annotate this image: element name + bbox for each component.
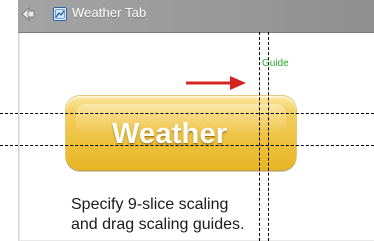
horizontal-guide-top[interactable] [0,113,374,114]
horizontal-guide-bottom[interactable] [0,145,374,146]
caption-line-2: and drag scaling guides. [71,216,245,233]
red-arrow-icon [186,76,246,90]
weather-tab-label: Weather [112,118,228,150]
weather-tab-button[interactable]: Weather [66,96,296,170]
guide-label: Guide [262,58,289,69]
instruction-caption: Specify 9-slice scaling and drag scaling… [71,195,331,235]
title-bar: Weather Tab [18,0,374,33]
caption-line-1: Specify 9-slice scaling [71,196,229,213]
back-arrow-icon[interactable] [18,4,36,24]
screenshot-stage: Weather Tab Guide Weather Specify 9-slic… [0,0,374,241]
document-icon [53,7,67,21]
window-title: Weather Tab [72,5,147,20]
left-margin [0,0,18,241]
